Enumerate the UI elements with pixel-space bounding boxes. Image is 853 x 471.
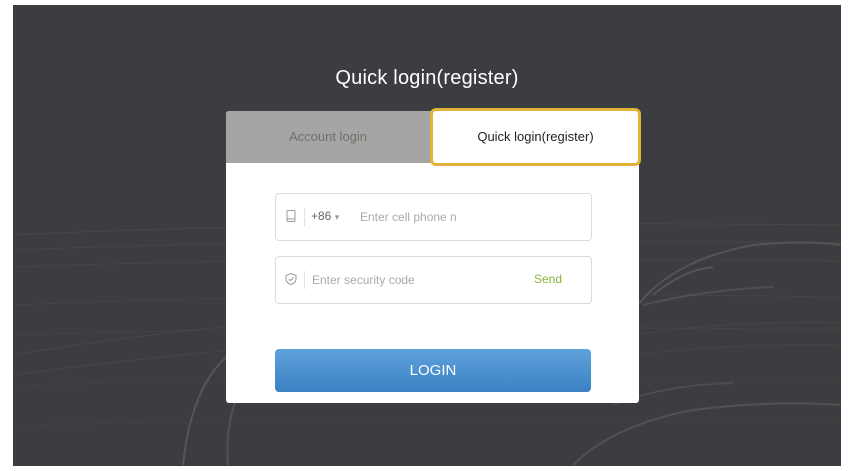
field-divider xyxy=(304,208,305,226)
chevron-down-icon: ▾ xyxy=(334,212,340,222)
phone-field: +86 ▾ xyxy=(275,193,592,241)
login-card: Account login Quick login(register) +86 … xyxy=(226,108,641,403)
tab-quick-login[interactable]: Quick login(register) xyxy=(430,108,641,166)
send-code-button[interactable]: Send xyxy=(534,272,562,286)
phone-input[interactable] xyxy=(360,206,520,228)
login-tabs: Account login Quick login(register) xyxy=(226,108,641,166)
phone-icon xyxy=(286,210,296,222)
security-code-input[interactable] xyxy=(312,269,502,291)
page-title: Quick login(register) xyxy=(335,67,519,89)
country-code: +86 xyxy=(311,209,332,223)
tab-account-login[interactable]: Account login xyxy=(226,111,430,163)
country-code-selector[interactable]: +86 ▾ xyxy=(311,209,339,223)
security-code-field: Send xyxy=(275,256,592,304)
shield-icon xyxy=(285,272,297,286)
login-button[interactable]: LOGIN xyxy=(275,349,591,392)
field-divider xyxy=(304,271,305,289)
login-screen: Quick login(register) Account login Quic… xyxy=(13,5,841,466)
